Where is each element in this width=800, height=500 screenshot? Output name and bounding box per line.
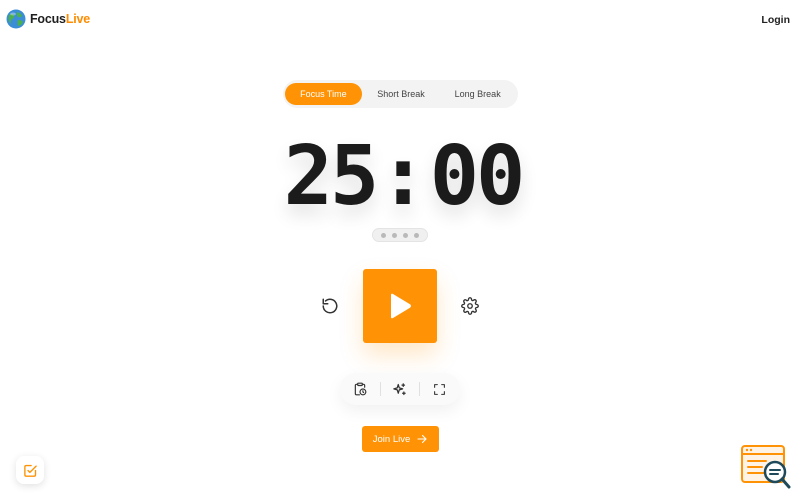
timer-display: 25:00 <box>284 126 526 226</box>
session-dot <box>403 232 408 238</box>
timer-minutes: 25 <box>283 128 380 224</box>
gear-icon <box>461 297 479 315</box>
tab-long-break[interactable]: Long Break <box>439 83 516 105</box>
timer-separator: : <box>378 128 428 224</box>
clipboard-clock-icon <box>354 382 367 396</box>
fullscreen-button[interactable] <box>431 380 449 398</box>
join-live-button[interactable]: Join Live <box>362 426 439 452</box>
play-button[interactable] <box>363 269 437 343</box>
play-icon <box>391 293 411 319</box>
toolbar-divider <box>379 382 381 396</box>
reset-icon <box>322 298 338 314</box>
timer-seconds: 00 <box>429 128 526 224</box>
mode-tabs: Focus Time Short Break Long Break <box>283 80 518 108</box>
app-logo[interactable]: FocusLive <box>6 9 90 29</box>
globe-icon <box>6 9 26 29</box>
fullscreen-icon <box>434 383 446 395</box>
toolbar-divider <box>419 382 421 396</box>
ambience-button[interactable] <box>391 380 409 398</box>
task-timer-button[interactable] <box>351 380 369 398</box>
arrow-right-icon <box>417 434 427 444</box>
tab-short-break[interactable]: Short Break <box>363 83 440 105</box>
login-link[interactable]: Login <box>761 14 790 26</box>
session-dot <box>392 232 397 238</box>
settings-button[interactable] <box>460 296 480 316</box>
sparkles-icon <box>393 382 407 395</box>
tool-bar <box>340 373 460 405</box>
checkbox-icon <box>23 464 37 477</box>
tab-focus-time[interactable]: Focus Time <box>285 83 362 105</box>
join-live-label: Join Live <box>372 433 411 445</box>
session-progress-dots <box>372 228 428 242</box>
session-dot <box>414 232 419 238</box>
logo-text: FocusLive <box>30 12 91 26</box>
session-dot <box>381 232 386 238</box>
tasks-button[interactable] <box>16 456 44 484</box>
browser-search-icon <box>741 445 791 489</box>
search-widget-button[interactable] <box>740 444 792 490</box>
reset-button[interactable] <box>320 296 340 316</box>
